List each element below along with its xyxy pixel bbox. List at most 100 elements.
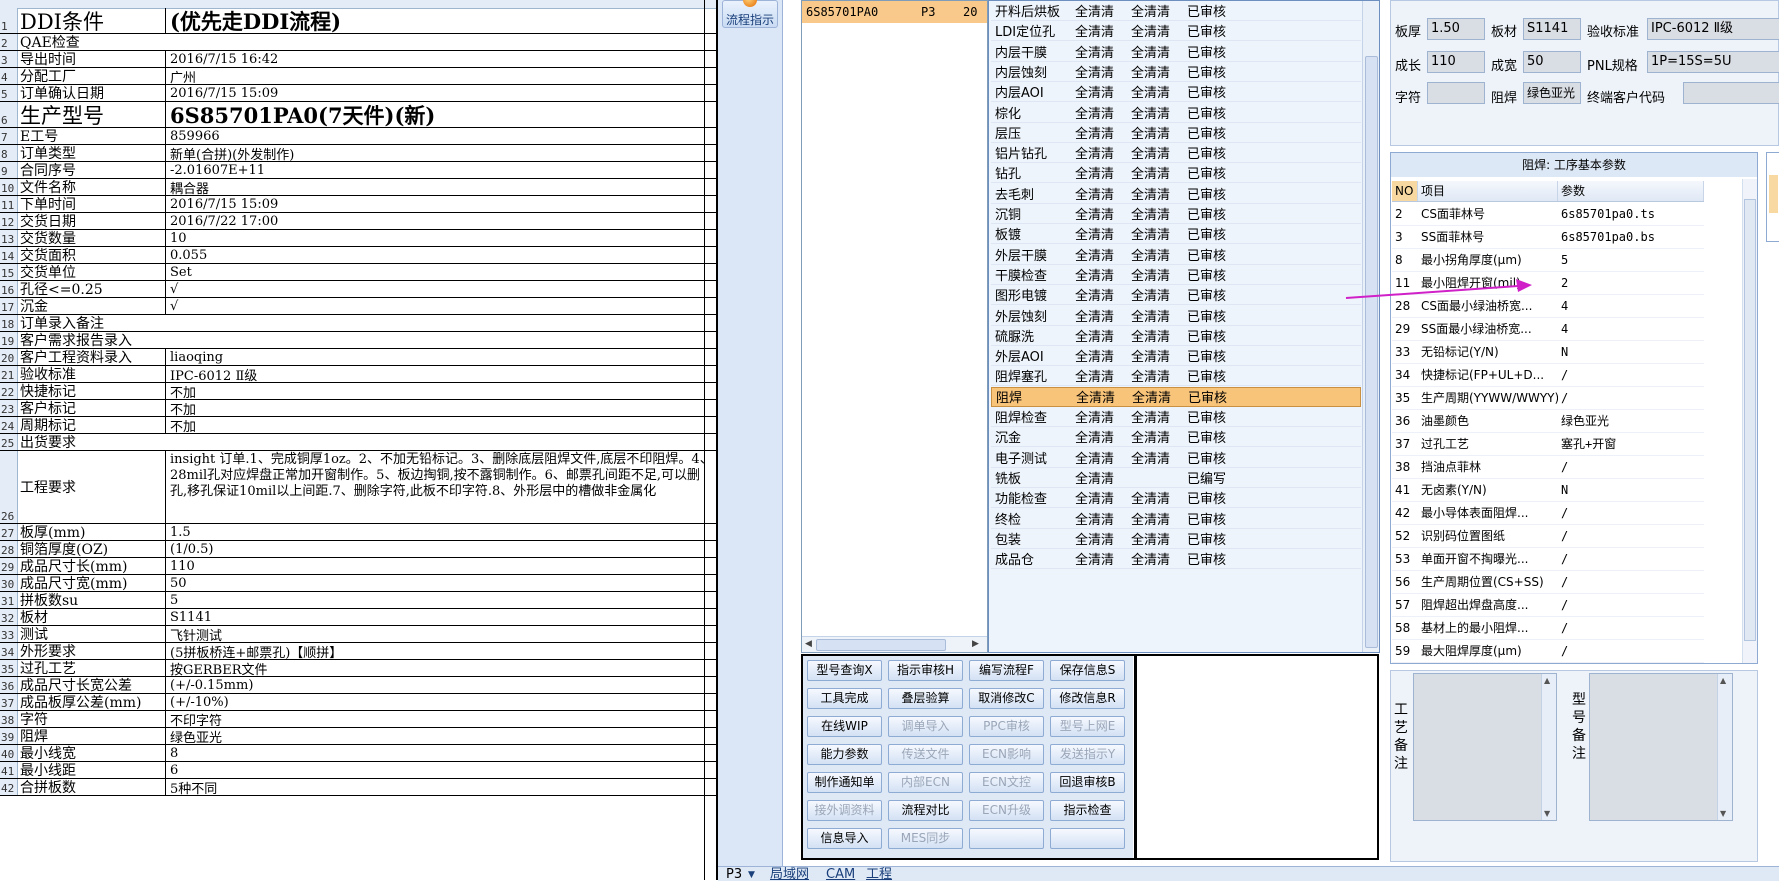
- row-number[interactable]: 21: [0, 366, 18, 382]
- sheet-row[interactable]: 40 最小线宽 8: [0, 745, 718, 762]
- row-number[interactable]: 37: [0, 694, 18, 710]
- row-number[interactable]: 4: [0, 68, 18, 84]
- value-cell[interactable]: (5拼板桥连+邮票孔)【顺拼】: [166, 643, 716, 660]
- function-button[interactable]: 保存信息S: [1050, 660, 1125, 681]
- row-number[interactable]: 17: [0, 298, 18, 314]
- function-button[interactable]: 编写流程F: [969, 660, 1044, 681]
- process-remark-box[interactable]: ▲ ▼: [1413, 673, 1557, 821]
- process-row[interactable]: 去毛刺 全清清 全清清 已审核: [991, 184, 1361, 204]
- param-row[interactable]: 2 CS面菲林号 6s85701pa0.ts: [1392, 203, 1704, 226]
- scroll-down-icon[interactable]: ▼: [1720, 809, 1726, 818]
- row-number[interactable]: 36: [0, 677, 18, 693]
- sheet-row[interactable]: 15 交货单位 Set: [0, 264, 718, 281]
- sheet-row[interactable]: 12 交货日期 2016/7/22 17:00: [0, 213, 718, 230]
- value-cell[interactable]: 绿色亚光: [166, 728, 716, 745]
- function-button[interactable]: ECN文控: [969, 772, 1044, 793]
- row-number[interactable]: 11: [0, 196, 18, 212]
- label-cell[interactable]: 最小线宽: [18, 745, 166, 761]
- label-cell[interactable]: 订单类型: [18, 145, 166, 161]
- right-edge-tab[interactable]: [1769, 175, 1778, 213]
- process-row[interactable]: 层压 全清清 全清清 已审核: [991, 123, 1361, 143]
- label-cell[interactable]: 成品尺寸宽(mm): [18, 575, 166, 591]
- scroll-up-icon[interactable]: ▲: [1720, 676, 1726, 685]
- param-row[interactable]: 36 油墨颜色 绿色亚光: [1392, 410, 1704, 433]
- process-row[interactable]: 电子测试 全清清 全清清 已审核: [991, 448, 1361, 468]
- row-number[interactable]: 12: [0, 213, 18, 229]
- sheet-row[interactable]: 6 生产型号 6S85701PA0(7天件)(新): [0, 102, 718, 128]
- row-number[interactable]: 10: [0, 179, 18, 195]
- process-row[interactable]: 终检 全清清 全清清 已审核: [991, 509, 1361, 529]
- sheet-row[interactable]: 11 下单时间 2016/7/15 15:09: [0, 196, 718, 213]
- sheet-row[interactable]: 27 板厚(mm) 1.5: [0, 524, 718, 541]
- param-row[interactable]: 58 基材上的最小阻焊... /: [1392, 617, 1704, 640]
- label-cell[interactable]: E工号: [18, 128, 166, 144]
- value-cell[interactable]: 不加: [166, 400, 716, 417]
- row-number[interactable]: 26: [0, 451, 18, 523]
- param-row[interactable]: 52 识别码位置图纸 /: [1392, 525, 1704, 548]
- tab-p3[interactable]: P3: [726, 867, 742, 882]
- row-number[interactable]: 16: [0, 281, 18, 297]
- row-number[interactable]: 29: [0, 558, 18, 574]
- sheet-row[interactable]: 9 合同序号 -2.01607E+11: [0, 162, 718, 179]
- sheet-row[interactable]: 23 客户标记 不加: [0, 400, 718, 417]
- scroll-left-icon[interactable]: ◀: [805, 639, 812, 649]
- tab-cam[interactable]: CAM: [826, 867, 855, 882]
- param-row[interactable]: 34 快捷标记(FP+UL+D... /: [1392, 364, 1704, 387]
- row-number[interactable]: 24: [0, 417, 18, 433]
- process-row[interactable]: 铝片钻孔 全清清 全清清 已审核: [991, 143, 1361, 164]
- value-cell[interactable]: (1/0.5): [166, 541, 716, 557]
- process-row[interactable]: 阻焊 全清清 全清清 已审核: [991, 386, 1361, 407]
- function-button[interactable]: 取消修改C: [969, 688, 1044, 709]
- value-cell[interactable]: 不加: [166, 383, 716, 400]
- row-number[interactable]: 18: [0, 315, 18, 331]
- label-cell[interactable]: 测试: [18, 626, 166, 642]
- value-cell[interactable]: 859966: [166, 128, 716, 144]
- function-button[interactable]: 指示审核H: [888, 660, 963, 681]
- sheet-row[interactable]: 5 订单确认日期 2016/7/15 15:09: [0, 85, 718, 102]
- material-field[interactable]: S1141: [1523, 18, 1581, 40]
- sheet-row[interactable]: 14 交货面积 0.055: [0, 247, 718, 264]
- remark-vscrollbar[interactable]: ▲ ▼: [1541, 674, 1556, 820]
- process-row[interactable]: 沉金 全清清 全清清 已审核: [991, 427, 1361, 448]
- label-cell[interactable]: 外形要求: [18, 643, 166, 659]
- row-number[interactable]: 40: [0, 745, 18, 761]
- function-button[interactable]: PPC审核: [969, 716, 1044, 737]
- label-cell[interactable]: 字符: [18, 711, 166, 727]
- value-cell[interactable]: 不加: [166, 417, 716, 434]
- value-cell[interactable]: 0.055: [166, 247, 716, 263]
- process-row[interactable]: 干膜检查 全清清 全清清 已审核: [991, 265, 1361, 285]
- sheet-row[interactable]: 34 外形要求 (5拼板桥连+邮票孔)【顺拼】: [0, 643, 718, 660]
- row-number[interactable]: 25: [0, 434, 18, 450]
- row-number[interactable]: 20: [0, 349, 18, 365]
- label-cell[interactable]: 合同序号: [18, 162, 166, 178]
- param-row[interactable]: 3 SS面菲林号 6s85701pa0.bs: [1392, 226, 1704, 249]
- param-row[interactable]: 33 无铅标记(Y/N) N: [1392, 341, 1704, 364]
- param-row[interactable]: 53 单面开窗不掏曝光... /: [1392, 548, 1704, 571]
- sheet-row[interactable]: 20 客户工程资料录入 liaoqing: [0, 349, 718, 366]
- sheet-row[interactable]: 16 孔径<=0.25 √: [0, 281, 718, 298]
- sheet-row[interactable]: 22 快捷标记 不加: [0, 383, 718, 400]
- row-number[interactable]: 22: [0, 383, 18, 399]
- value-cell[interactable]: 广州: [166, 68, 716, 85]
- value-cell[interactable]: (优先走DDI流程): [166, 8, 716, 34]
- function-button[interactable]: 信息导入: [807, 828, 882, 849]
- value-cell[interactable]: (+/-10%): [166, 694, 716, 710]
- char-field[interactable]: [1427, 82, 1485, 104]
- cust-field[interactable]: [1683, 82, 1779, 104]
- flow-indicator-button[interactable]: 流程指示: [722, 0, 778, 28]
- function-button[interactable]: MES同步: [888, 828, 963, 849]
- param-row[interactable]: 42 最小导体表面阻焊... /: [1392, 502, 1704, 525]
- remark-vscrollbar[interactable]: ▲ ▼: [1717, 674, 1732, 820]
- param-row[interactable]: 59 最大阻焊厚度(μm) /: [1392, 640, 1704, 663]
- process-row[interactable]: 外层蚀刻 全清清 全清清 已审核: [991, 306, 1361, 326]
- function-button[interactable]: [969, 828, 1044, 849]
- label-cell[interactable]: 最小线距: [18, 762, 166, 778]
- merged-cell[interactable]: 订单录入备注: [18, 315, 716, 332]
- row-number[interactable]: 7: [0, 128, 18, 144]
- value-cell[interactable]: 8: [166, 745, 716, 761]
- label-cell[interactable]: 铜箔厚度(OZ): [18, 541, 166, 557]
- model-list-item[interactable]: 6S85701PA0 P3 20: [802, 1, 987, 23]
- scroll-thumb[interactable]: [816, 639, 946, 651]
- header-item[interactable]: 项目: [1418, 181, 1558, 201]
- label-cell[interactable]: 成品板厚公差(mm): [18, 694, 166, 710]
